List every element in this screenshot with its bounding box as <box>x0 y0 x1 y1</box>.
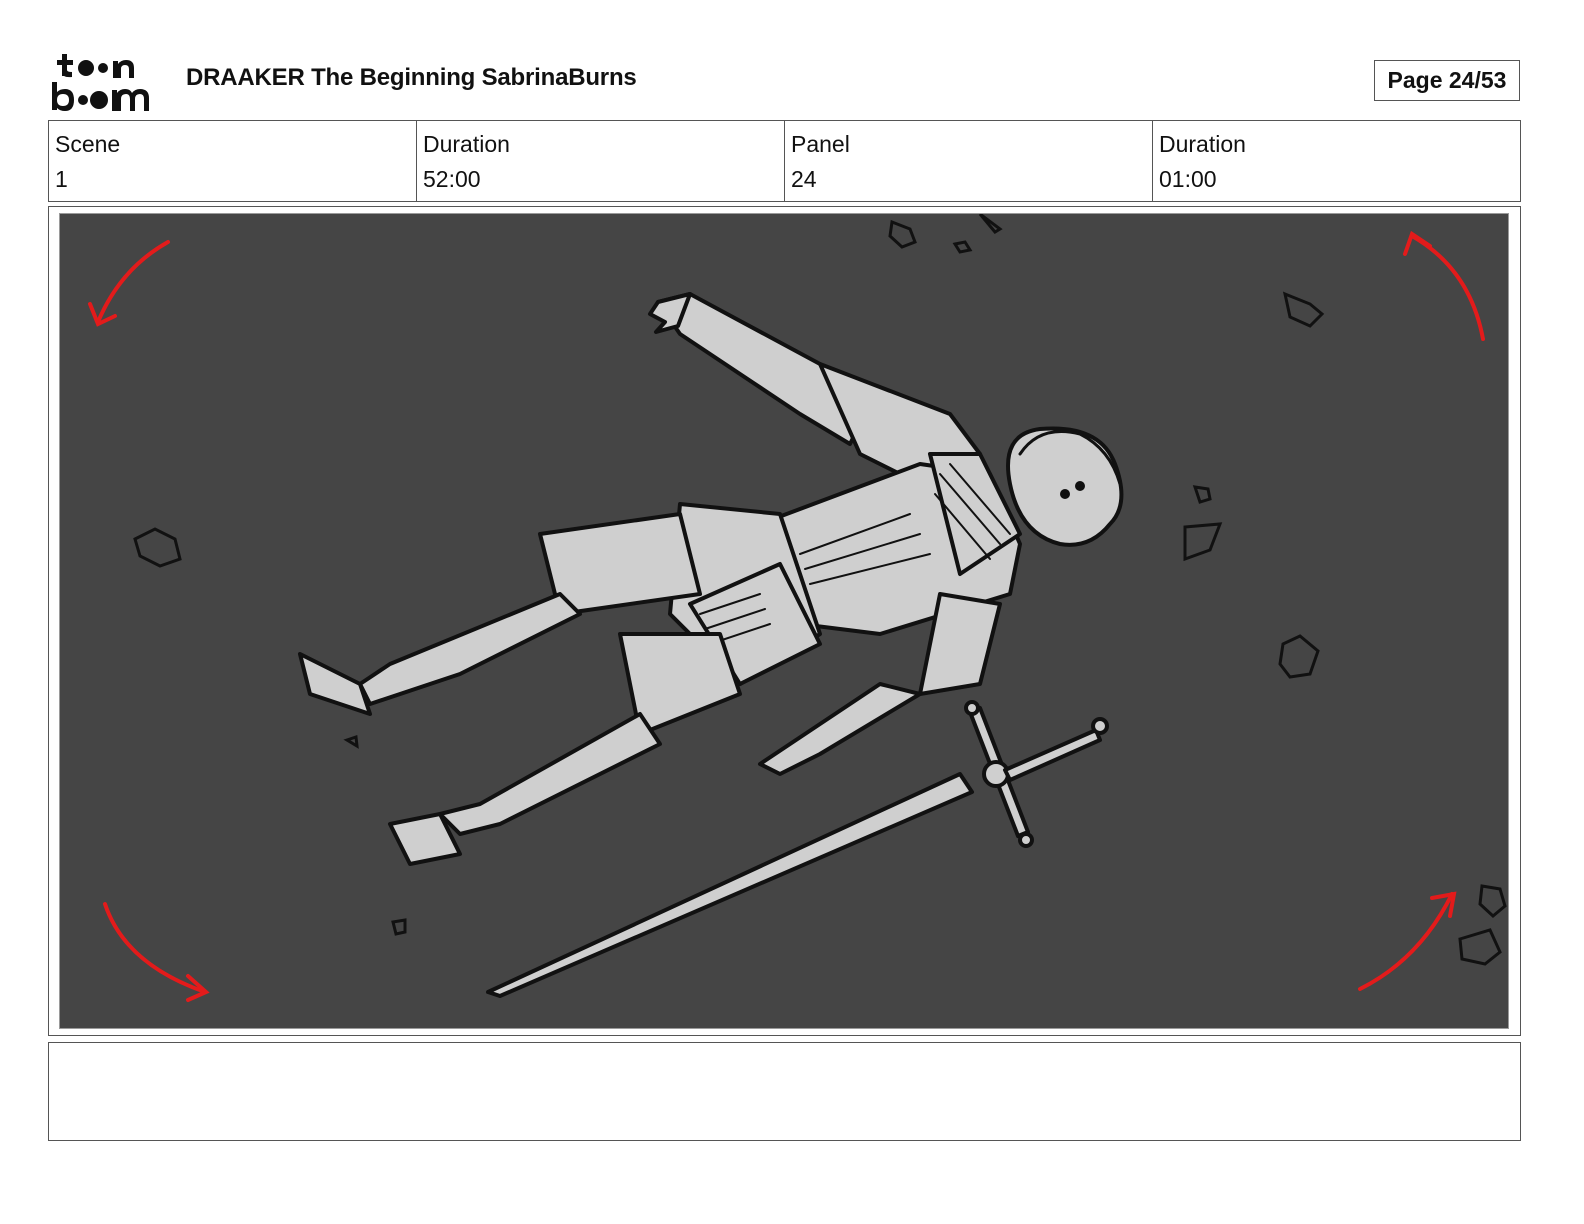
panel-info-table: Scene 1 Duration 52:00 Panel 24 Duration… <box>48 120 1521 202</box>
sword-blade <box>486 772 974 998</box>
rock <box>1183 522 1223 562</box>
panel-label: Panel <box>791 131 850 157</box>
storyboard-panel-image <box>59 213 1509 1029</box>
rock <box>888 219 917 249</box>
rock <box>1278 634 1320 679</box>
scene-duration-cell: Duration 52:00 <box>417 121 785 201</box>
toon-boom-logo <box>52 54 149 111</box>
panel-duration-label: Duration <box>1159 131 1246 157</box>
rock <box>978 214 1003 234</box>
document-title: DRAAKER The Beginning SabrinaBurns <box>186 64 637 91</box>
rock <box>391 918 407 936</box>
rock <box>1282 291 1325 328</box>
scene-value: 1 <box>55 166 68 192</box>
rock <box>343 734 359 749</box>
rock <box>133 527 182 568</box>
rock <box>1478 884 1507 918</box>
rock <box>1192 485 1212 504</box>
scene-duration-label: Duration <box>423 131 510 157</box>
panel-value: 24 <box>791 166 817 192</box>
scene-label: Scene <box>55 131 121 157</box>
panel-notes-box <box>48 1042 1521 1141</box>
rock <box>952 240 973 254</box>
page-indicator: Page 24/53 <box>1374 60 1520 101</box>
knight-sketch <box>88 214 1507 1002</box>
scene-duration-value: 52:00 <box>423 166 481 192</box>
panel-duration-cell: Duration 01:00 <box>1153 121 1520 201</box>
scene-cell: Scene 1 <box>49 121 417 201</box>
rock <box>1458 928 1502 966</box>
panel-cell: Panel 24 <box>785 121 1153 201</box>
panel-duration-value: 01:00 <box>1159 166 1217 192</box>
